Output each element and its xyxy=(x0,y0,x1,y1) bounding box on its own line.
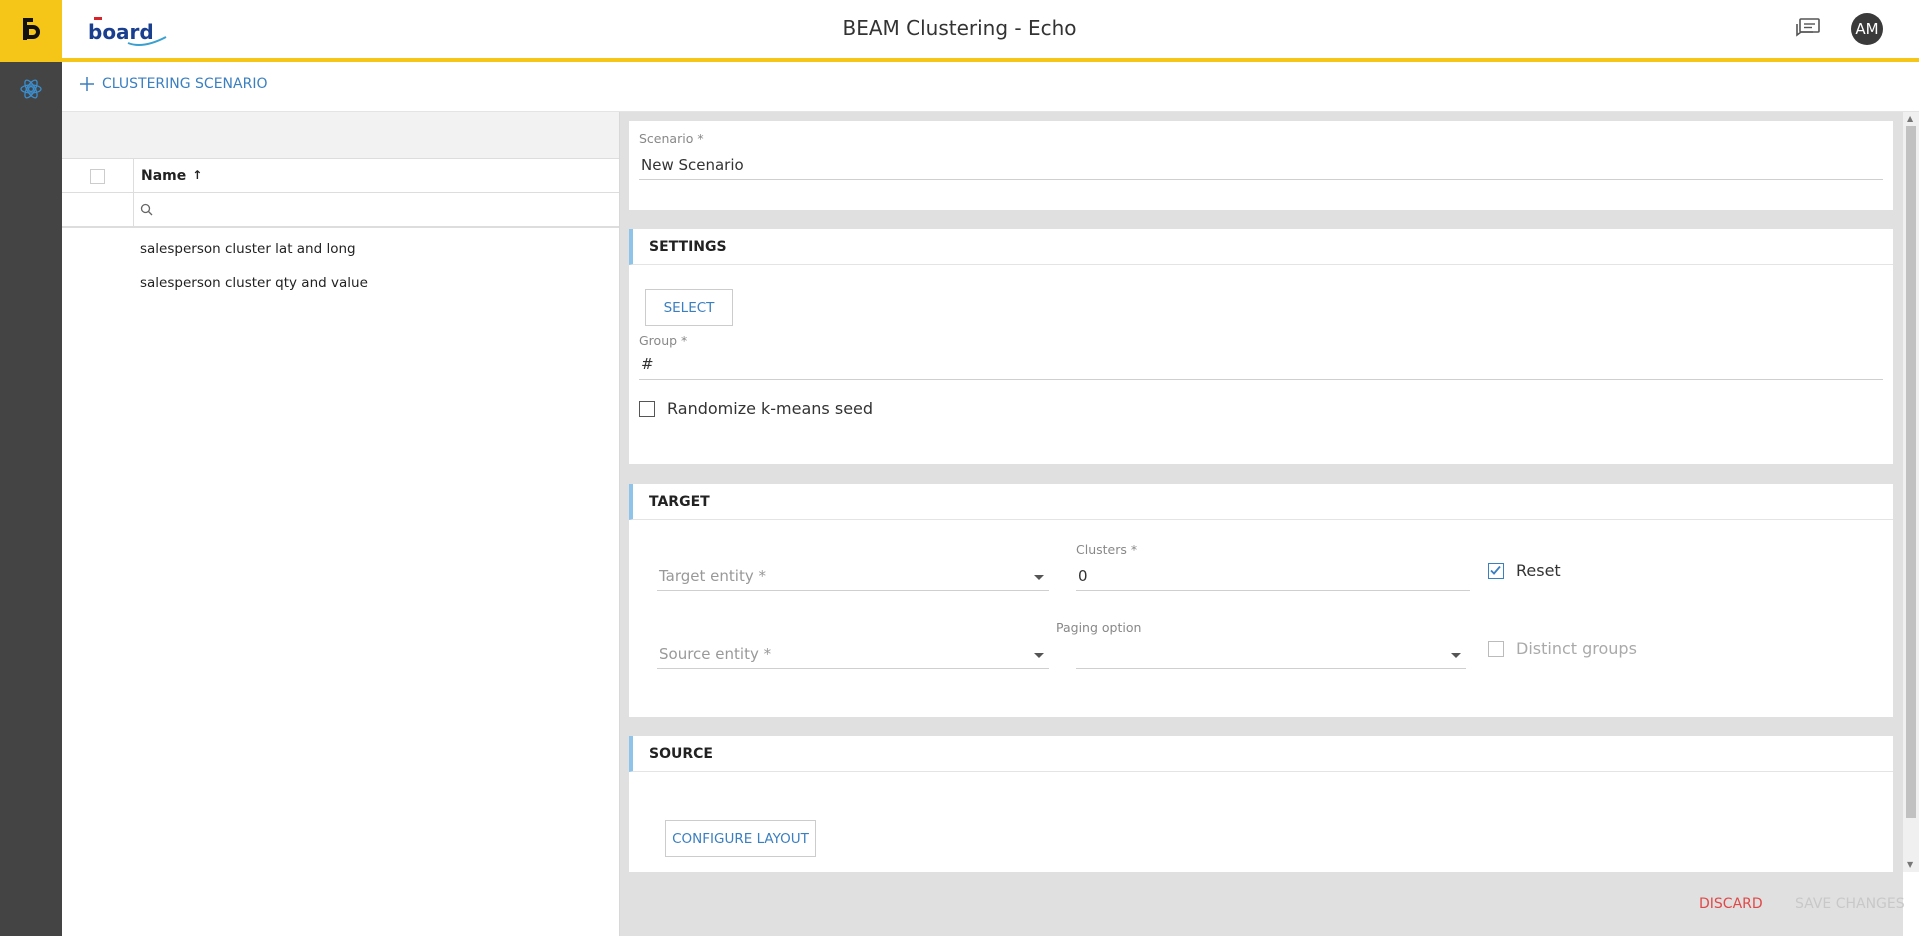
left-nav-rail xyxy=(0,62,62,936)
add-scenario-label: CLUSTERING SCENARIO xyxy=(102,76,268,92)
randomize-seed-label: Randomize k-means seed xyxy=(667,399,874,418)
source-entity-select[interactable]: Source entity * xyxy=(659,645,771,663)
top-bar: board BEAM Clustering - Echo AM xyxy=(0,0,1919,62)
scenario-list: salesperson cluster lat and long salespe… xyxy=(62,228,619,300)
randomize-seed-checkbox[interactable] xyxy=(639,401,655,417)
clusters-field-label: Clusters * xyxy=(1076,542,1138,557)
settings-section-header: SETTINGS xyxy=(629,229,1893,265)
scenario-list-panel: Name ↑ salesperson cluster lat and long … xyxy=(62,112,620,936)
plus-icon xyxy=(80,77,94,91)
list-column-header: Name ↑ xyxy=(62,159,619,193)
user-avatar[interactable]: AM xyxy=(1851,13,1883,45)
select-all-checkbox[interactable] xyxy=(90,169,105,184)
source-entity-underline xyxy=(657,668,1049,669)
scroll-down-arrow-icon[interactable]: ▼ xyxy=(1907,860,1913,869)
target-entity-select[interactable]: Target entity * xyxy=(659,567,766,585)
group-input[interactable]: # xyxy=(641,355,654,373)
chat-icon[interactable] xyxy=(1795,18,1821,40)
search-icon[interactable] xyxy=(140,203,153,220)
detail-scrollbar[interactable]: ▲ ▼ xyxy=(1903,112,1919,872)
reset-checkbox[interactable] xyxy=(1488,563,1504,579)
target-section-header: TARGET xyxy=(629,484,1893,520)
group-input-underline xyxy=(639,379,1883,380)
distinct-groups-checkbox[interactable] xyxy=(1488,641,1504,657)
scenario-input-underline xyxy=(639,179,1883,180)
list-item[interactable]: salesperson cluster lat and long xyxy=(62,232,619,266)
clustering-atom-icon[interactable] xyxy=(19,77,43,101)
toolbar: CLUSTERING SCENARIO xyxy=(62,62,1919,112)
column-divider xyxy=(133,193,134,226)
target-entity-dropdown-icon[interactable] xyxy=(1034,575,1044,580)
clusters-input-underline xyxy=(1076,590,1470,591)
configure-layout-button[interactable]: CONFIGURE LAYOUT xyxy=(665,820,816,857)
list-item[interactable]: salesperson cluster qty and value xyxy=(62,266,619,300)
paging-option-underline xyxy=(1076,668,1466,669)
target-entity-underline xyxy=(657,590,1049,591)
checkmark-icon xyxy=(1490,565,1501,575)
clusters-input[interactable]: 0 xyxy=(1078,567,1088,585)
discard-button[interactable]: DISCARD xyxy=(1699,896,1763,912)
source-entity-dropdown-icon[interactable] xyxy=(1034,653,1044,658)
scrollbar-thumb[interactable] xyxy=(1906,126,1916,818)
scroll-up-arrow-icon[interactable]: ▲ xyxy=(1907,114,1913,123)
source-section-header: SOURCE xyxy=(629,736,1893,772)
settings-card: SETTINGS SELECT Group * # Randomize k-me… xyxy=(629,229,1893,464)
scenario-name-input[interactable]: New Scenario xyxy=(641,156,744,174)
page-title: BEAM Clustering - Echo xyxy=(842,16,1077,40)
list-header-band xyxy=(62,112,619,159)
column-divider xyxy=(133,159,134,193)
add-clustering-scenario-button[interactable]: CLUSTERING SCENARIO xyxy=(80,76,267,92)
sort-ascending-icon: ↑ xyxy=(192,168,203,182)
scenario-card: Scenario * New Scenario xyxy=(629,121,1893,210)
name-column-label: Name xyxy=(141,168,187,184)
paging-option-label: Paging option xyxy=(1056,620,1142,635)
list-filter-row[interactable] xyxy=(62,193,619,228)
scenario-field-label: Scenario * xyxy=(639,131,704,146)
save-changes-button[interactable]: SAVE CHANGES xyxy=(1795,896,1905,912)
paging-option-dropdown-icon[interactable] xyxy=(1451,653,1461,658)
distinct-groups-label: Distinct groups xyxy=(1516,639,1637,658)
target-card: TARGET Target entity * Clusters * 0 Rese… xyxy=(629,484,1893,717)
reset-label: Reset xyxy=(1516,561,1561,580)
select-group-button[interactable]: SELECT xyxy=(645,289,733,326)
group-field-label: Group * xyxy=(639,333,688,348)
scenario-detail-area: Scenario * New Scenario SETTINGS SELECT … xyxy=(620,112,1903,936)
source-card: SOURCE CONFIGURE LAYOUT xyxy=(629,736,1893,872)
name-column-header[interactable]: Name ↑ xyxy=(141,168,202,184)
